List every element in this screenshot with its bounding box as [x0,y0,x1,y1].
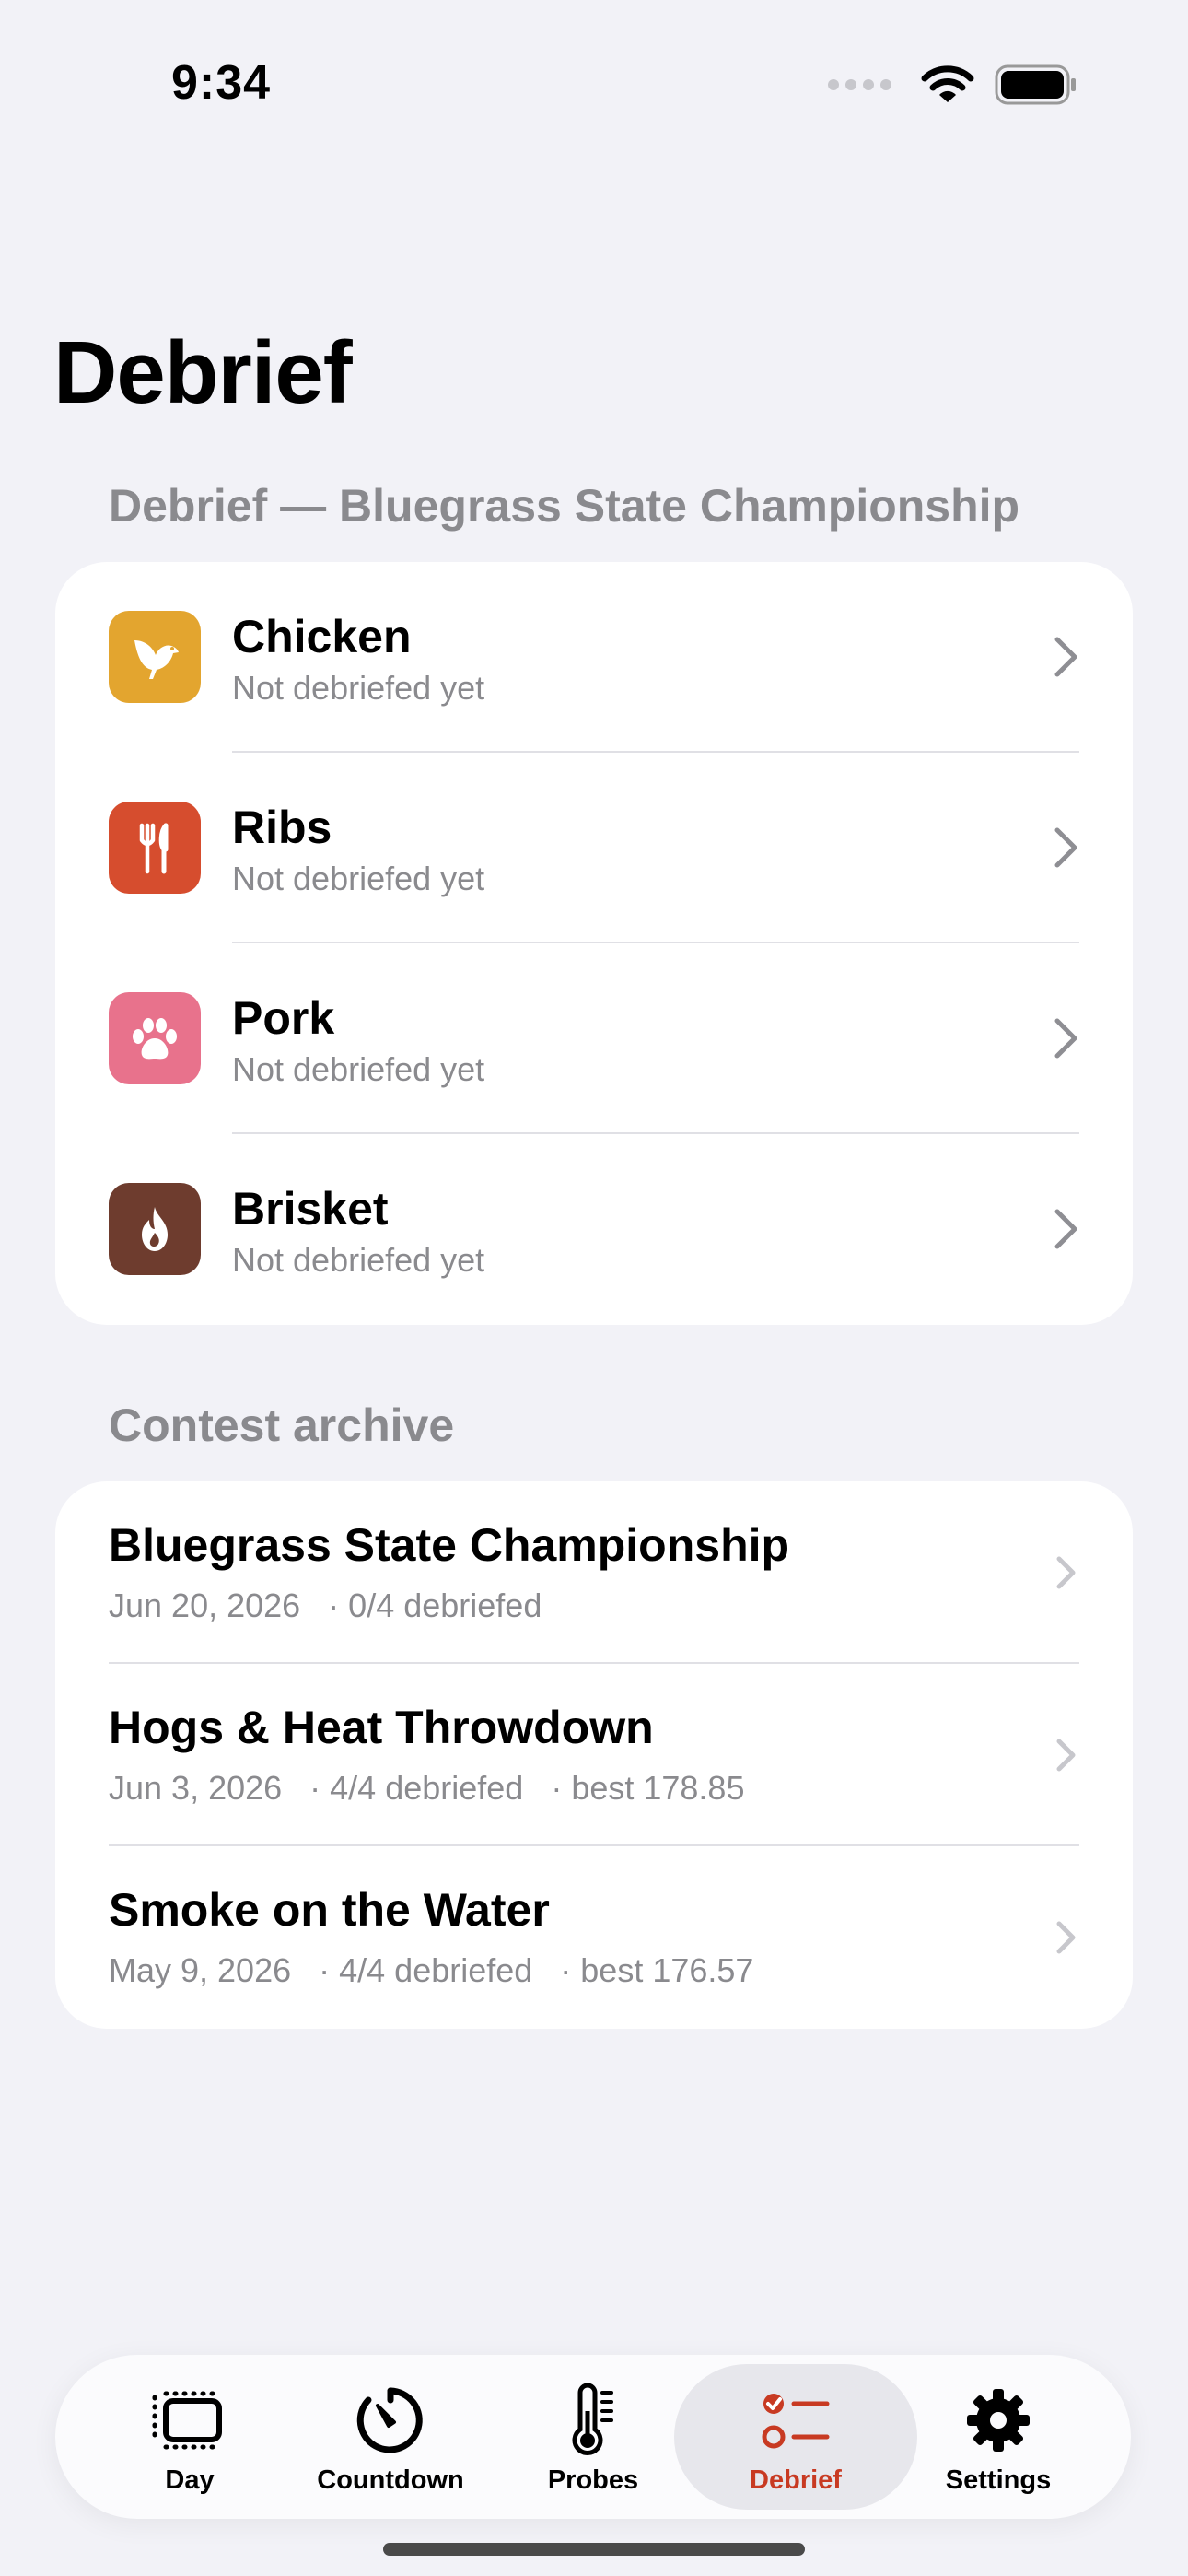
tab-countdown[interactable]: Countdown [289,2364,492,2510]
category-status: Not debriefed yet [232,1241,485,1279]
contest-row[interactable]: Smoke on the Water May 9, 2026 · 4/4 deb… [55,1846,1133,2029]
contest-row[interactable]: Bluegrass State Championship Jun 20, 202… [55,1481,1133,1664]
chevron-right-icon [1056,1921,1076,1954]
contest-archive-list: Bluegrass State Championship Jun 20, 202… [55,1481,1133,2029]
category-list: Chicken Not debriefed yet Ribs Not debri… [55,562,1133,1325]
category-row-chicken[interactable]: Chicken Not debriefed yet [55,562,1133,753]
checklist-icon [759,2381,833,2460]
bird-icon [109,611,201,703]
contest-title: Hogs & Heat Throwdown [109,1702,654,1753]
timer-icon [355,2381,425,2460]
category-title: Chicken [232,611,412,662]
battery-icon [995,64,1077,105]
contest-meta: Jun 3, 2026 · 4/4 debriefed · best 178.8… [109,1769,745,1807]
status-icons [828,64,1077,105]
screen: 9:34 Debrief Debrief — Bluegrass State C… [0,0,1188,2576]
section-header-archive: Contest archive [109,1399,455,1451]
category-row-pork[interactable]: Pork Not debriefed yet [55,943,1133,1134]
day-icon [151,2381,228,2460]
contest-row[interactable]: Hogs & Heat Throwdown Jun 3, 2026 · 4/4 … [55,1664,1133,1846]
tab-label: Countdown [317,2465,464,2495]
thermometer-icon [565,2381,621,2460]
chevron-right-icon [1056,1739,1076,1772]
chevron-right-icon [1056,1556,1076,1589]
contest-title: Bluegrass State Championship [109,1519,790,1571]
contest-meta: Jun 20, 2026 · 0/4 debriefed [109,1587,542,1624]
chevron-right-icon [1054,637,1077,677]
tab-day[interactable]: Day [88,2364,291,2510]
chevron-right-icon [1054,1018,1077,1059]
tab-bar: Day Countdown Probes Debrief Settings [55,2355,1131,2519]
cellular-signal-icon [828,79,891,90]
category-row-ribs[interactable]: Ribs Not debriefed yet [55,753,1133,943]
category-status: Not debriefed yet [232,1050,485,1088]
category-title: Pork [232,992,335,1044]
tab-label: Settings [945,2465,1052,2495]
contest-title: Smoke on the Water [109,1884,550,1936]
fork-knife-icon [109,802,201,894]
home-indicator[interactable] [383,2543,805,2556]
page-title: Debrief [53,323,353,422]
tab-label: Day [165,2465,215,2495]
paw-icon [109,992,201,1084]
flame-icon [109,1183,201,1275]
category-row-brisket[interactable]: Brisket Not debriefed yet [55,1134,1133,1325]
tab-probes[interactable]: Probes [492,2364,694,2510]
tab-label: Probes [547,2465,639,2495]
section-header-debrief: Debrief — Bluegrass State Championship [109,480,1020,532]
category-status: Not debriefed yet [232,669,485,707]
gear-icon [963,2381,1033,2460]
chevron-right-icon [1054,1209,1077,1249]
tab-label: Debrief [750,2465,842,2495]
status-time: 9:34 [171,56,272,110]
category-title: Ribs [232,802,332,853]
wifi-icon [921,65,974,104]
chevron-right-icon [1054,827,1077,868]
contest-meta: May 9, 2026 · 4/4 debriefed · best 176.5… [109,1951,754,1989]
tab-debrief[interactable]: Debrief [674,2364,917,2510]
tab-settings[interactable]: Settings [897,2364,1100,2510]
category-title: Brisket [232,1183,389,1235]
category-status: Not debriefed yet [232,860,485,897]
